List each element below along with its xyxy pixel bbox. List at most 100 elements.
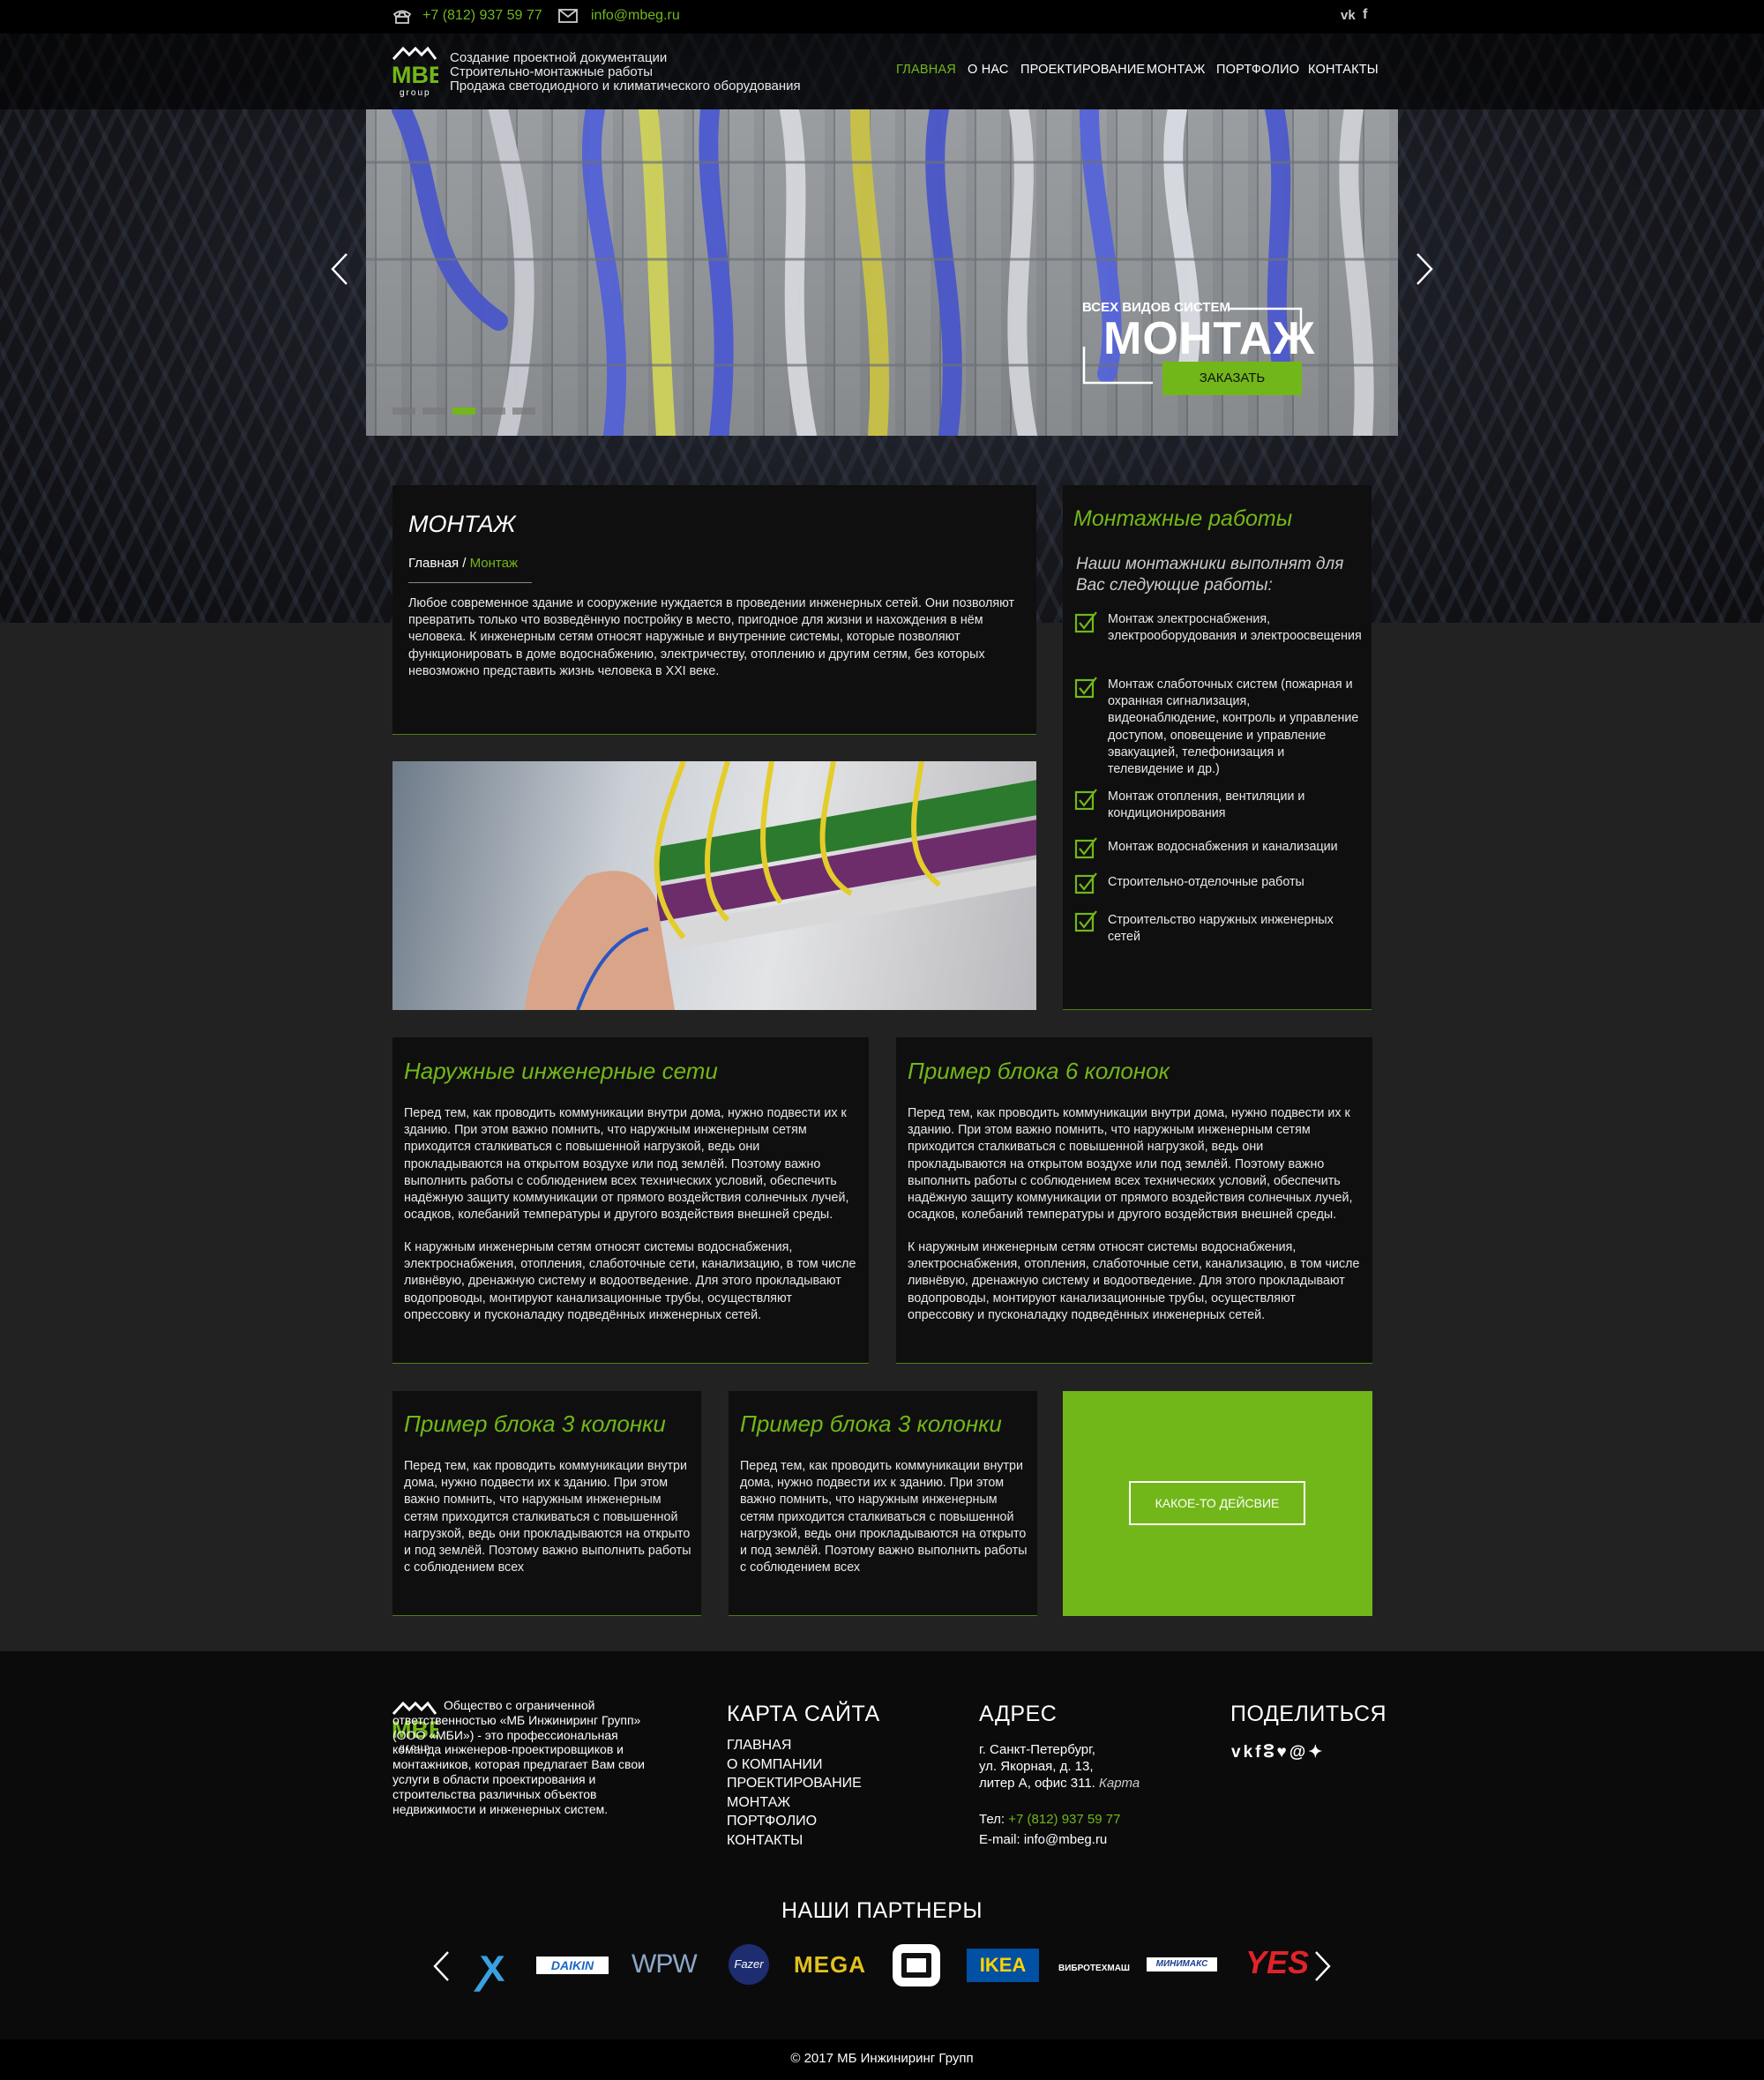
partner-logo-camera[interactable] xyxy=(893,1944,940,1986)
footer-about: Общество с ограниченной ответственностью… xyxy=(392,1698,645,1816)
sitemap-link[interactable]: МОНТАЖ xyxy=(727,1793,862,1813)
map-link[interactable]: Карта xyxy=(1099,1776,1140,1791)
block-title: Пример блока 3 колонки xyxy=(404,1410,666,1437)
breadcrumb: Главная / Монтаж xyxy=(408,556,518,571)
order-button[interactable]: ЗАКАЗАТЬ xyxy=(1162,362,1302,395)
tagline-3: Продажа светодиодного и климатического о… xyxy=(450,79,801,94)
vk-icon[interactable]: vk xyxy=(1231,1743,1255,1762)
service-item: Монтаж водоснабжения и канализации xyxy=(1108,840,1338,854)
partner-logo-daikin[interactable]: DAIKIN xyxy=(536,1957,609,1974)
top-bar: +7 (812) 937 59 77 info@mbeg.ru vk f xyxy=(0,0,1764,34)
partner-logo-minimaks[interactable]: МИНИМАКС xyxy=(1147,1957,1217,1972)
block-text: Перед тем, как проводить коммуникации вн… xyxy=(404,1106,849,1223)
sitemap-list: ГЛАВНАЯ О КОМПАНИИ ПРОЕКТИРОВАНИЕ МОНТАЖ… xyxy=(727,1736,862,1850)
sitemap-title: КАРТА САЙТА xyxy=(727,1702,880,1726)
nav-installation[interactable]: МОНТАЖ xyxy=(1147,63,1205,77)
service-item: Строительно-отделочные работы xyxy=(1108,875,1304,889)
tagline-1: Создание проектной документации xyxy=(450,50,668,65)
partners-title: НАШИ ПАРТНЕРЫ xyxy=(781,1898,983,1923)
address-block: г. Санкт-Петербург, ул. Якорная, д. 13, … xyxy=(979,1742,1140,1791)
service-item: Монтаж слаботочных систем (пожарная и ох… xyxy=(1108,677,1359,777)
copyright: © 2017 МБ Инжиниринг Групп xyxy=(790,2051,974,2066)
block-text: К наружным инженерным сетям относят сист… xyxy=(908,1240,1360,1322)
sitemap-link[interactable]: ПОРТФОЛИО xyxy=(727,1812,862,1831)
slide-title: МОНТАЖ xyxy=(1103,313,1316,364)
block-text: Перед тем, как проводить коммуникации вн… xyxy=(740,1459,1028,1575)
top-phone[interactable]: +7 (812) 937 59 77 xyxy=(422,8,542,24)
partner-logo-mega[interactable]: MEGA xyxy=(794,1951,866,1979)
top-email[interactable]: info@mbeg.ru xyxy=(591,8,680,24)
mail-icon[interactable]: @ xyxy=(1289,1743,1309,1762)
sitemap-link[interactable]: ГЛАВНАЯ xyxy=(727,1736,862,1755)
svg-text:group: group xyxy=(400,88,431,97)
share-icons: vkfⵓ♥@✦ xyxy=(1231,1742,1325,1762)
header xyxy=(0,34,1764,109)
service-item: Строительство наружных инженерных сетей xyxy=(1108,913,1334,945)
sitemap-link[interactable]: О КОМПАНИИ xyxy=(727,1755,862,1775)
sitemap-link[interactable]: КОНТАКТЫ xyxy=(727,1831,862,1851)
slider-dot[interactable] xyxy=(392,408,415,415)
sidebar-title: Монтажные работы xyxy=(1073,506,1293,531)
check-icon xyxy=(1074,910,1097,932)
svg-text:MBE: MBE xyxy=(392,62,438,88)
tagline-2: Строительно-монтажные работы xyxy=(450,64,654,79)
odnoklassniki-icon[interactable]: ⵓ xyxy=(1263,1743,1276,1762)
slider-prev-icon[interactable] xyxy=(329,251,350,287)
sitemap-link[interactable]: ПРОЕКТИРОВАНИЕ xyxy=(727,1774,862,1793)
hero-slider: ВСЕХ ВИДОВ СИСТЕМ МОНТАЖ ЗАКАЗАТЬ xyxy=(366,109,1398,436)
tagline-block: Создание проектной документации Строител… xyxy=(450,51,801,94)
slider-dot[interactable] xyxy=(512,408,535,415)
partners-prev-icon[interactable] xyxy=(431,1949,451,1983)
partner-logo-wpw[interactable]: WPW xyxy=(632,1949,698,1979)
service-item: Монтаж электроснабжения, электрооборудов… xyxy=(1108,612,1362,644)
partner-logo-ikea[interactable]: IKEA xyxy=(967,1949,1039,1982)
phone-icon xyxy=(392,10,412,24)
slider-dot[interactable] xyxy=(482,408,505,415)
block-text: Перед тем, как проводить коммуникации вн… xyxy=(404,1459,691,1575)
address-title: АДРЕС xyxy=(979,1702,1058,1726)
slider-dot-active[interactable] xyxy=(452,408,475,415)
nav-home[interactable]: ГЛАВНАЯ xyxy=(896,63,956,77)
nav-portfolio[interactable]: ПОРТФОЛИО xyxy=(1216,63,1299,77)
check-icon xyxy=(1074,872,1097,894)
content-image xyxy=(392,761,1036,1010)
partner-logo-vibrotechmash[interactable]: ВИБРОТЕХМАШ xyxy=(1058,1964,1130,1973)
block-title: Наружные инженерные сети xyxy=(404,1058,718,1084)
check-icon xyxy=(1074,837,1097,859)
partner-logo-fazer[interactable]: Fazer xyxy=(729,1944,769,1985)
breadcrumb-divider xyxy=(408,582,532,583)
mbe-logo[interactable]: MBE group xyxy=(391,42,438,97)
twitter-icon[interactable]: ♥ xyxy=(1277,1743,1289,1762)
cta-button[interactable]: КАКОЕ-ТО ДЕЙСВИЕ xyxy=(1129,1481,1305,1525)
partners-next-icon[interactable] xyxy=(1313,1949,1333,1983)
check-icon xyxy=(1074,789,1097,811)
main-text: Любое современное здание и сооружение ну… xyxy=(408,596,1015,678)
slider-next-icon[interactable] xyxy=(1414,251,1435,287)
service-item: Монтаж отопления, вентиляции и кондицион… xyxy=(1108,789,1305,821)
footer-email[interactable]: E-mail: info@mbeg.ru xyxy=(979,1832,1107,1847)
block-text: К наружным инженерным сетям относят сист… xyxy=(404,1240,856,1322)
facebook-icon[interactable]: f xyxy=(1363,7,1367,23)
nav-design[interactable]: ПРОЕКТИРОВАНИЕ xyxy=(1020,63,1145,77)
share-title: ПОДЕЛИТЬСЯ xyxy=(1230,1702,1387,1726)
nav-contacts[interactable]: КОНТАКТЫ xyxy=(1308,63,1379,77)
footer xyxy=(0,1651,1764,2039)
block-title: Пример блока 3 колонки xyxy=(740,1410,1002,1437)
patch-panel-photo xyxy=(525,761,1036,1010)
footer-phone: Тел: +7 (812) 937 59 77 xyxy=(979,1812,1121,1827)
block-text: Перед тем, как проводить коммуникации вн… xyxy=(908,1106,1353,1223)
slider-dot[interactable] xyxy=(422,408,445,415)
pin-icon[interactable]: ✦ xyxy=(1308,1743,1325,1762)
sidebar-subtitle: Наши монтажники выполнят для Вас следующ… xyxy=(1076,555,1344,595)
block-title: Пример блока 6 колонок xyxy=(908,1058,1170,1084)
mail-icon xyxy=(558,9,578,23)
check-icon xyxy=(1074,677,1097,699)
check-icon xyxy=(1074,611,1097,633)
vk-icon[interactable]: vk xyxy=(1341,8,1356,23)
nav-about[interactable]: О НАС xyxy=(968,63,1009,77)
partner-logo-yes[interactable]: YES xyxy=(1245,1944,1309,1981)
breadcrumb-current: Монтаж xyxy=(469,556,518,571)
page-title: МОНТАЖ xyxy=(408,511,516,537)
breadcrumb-home[interactable]: Главная xyxy=(408,556,459,571)
partner-logo-x[interactable]: ꭗ xyxy=(481,1942,512,1988)
